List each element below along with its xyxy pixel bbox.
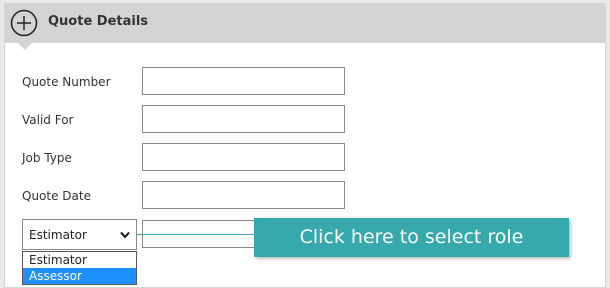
dropdown-option-assessor[interactable]: Assessor: [23, 268, 136, 284]
quote-number-input[interactable]: [142, 67, 345, 95]
plus-circle-icon[interactable]: [10, 9, 38, 37]
quote-date-label: Quote Date: [22, 189, 91, 203]
quote-number-label: Quote Number: [22, 75, 111, 89]
chevron-down-icon[interactable]: [120, 231, 130, 239]
header-notch: [18, 43, 32, 50]
quote-date-input[interactable]: [142, 181, 345, 209]
quote-details-panel: Quote Details Quote Number Valid For Job…: [4, 3, 606, 288]
dropdown-option-estimator[interactable]: Estimator: [23, 252, 136, 268]
valid-for-label: Valid For: [22, 113, 74, 127]
panel-title: Quote Details: [48, 14, 149, 29]
job-type-label: Job Type: [22, 151, 72, 165]
job-type-input[interactable]: [142, 143, 345, 171]
panel-header[interactable]: Quote Details: [5, 4, 605, 43]
callout-tooltip: Click here to select role: [254, 218, 569, 257]
role-select[interactable]: Estimator: [22, 219, 137, 250]
role-select-value: Estimator: [29, 227, 87, 242]
role-dropdown-list: Estimator Assessor: [22, 251, 137, 285]
valid-for-input[interactable]: [142, 105, 345, 133]
callout-connector: [137, 234, 255, 235]
